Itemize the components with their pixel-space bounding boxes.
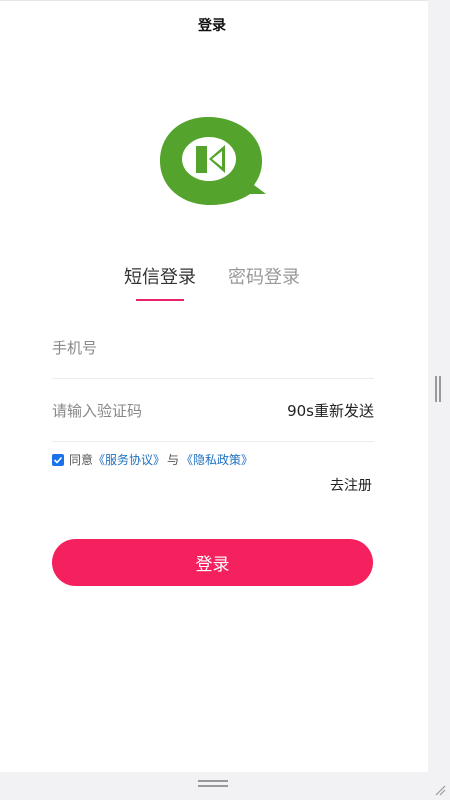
agreement-conjunction: 与	[167, 453, 180, 467]
verification-code-input[interactable]	[52, 401, 288, 420]
resend-code-button[interactable]: 90s重新发送	[287, 400, 374, 421]
tab-sms-login[interactable]: 短信登录	[124, 263, 196, 301]
tab-password-login[interactable]: 密码登录	[228, 263, 300, 301]
tab-sms-login-label: 短信登录	[124, 267, 196, 288]
active-tab-indicator	[136, 299, 184, 301]
vertical-resize-handle[interactable]	[435, 376, 443, 402]
service-agreement-link[interactable]: 《服务协议》	[93, 451, 165, 468]
agreement-prefix: 同意	[69, 453, 94, 467]
login-tabs: 短信登录 密码登录	[0, 263, 424, 301]
horizontal-resize-handle[interactable]	[198, 780, 228, 788]
login-button[interactable]: 登录	[52, 539, 373, 586]
app-logo-icon	[160, 117, 266, 205]
app-viewport: 登录 短信登录 密码登录 90s重新发送 同意 《服务协议》 与 《隐私政策》	[0, 0, 428, 772]
privacy-policy-link[interactable]: 《隐私政策》	[181, 451, 253, 468]
tab-password-login-label: 密码登录	[228, 267, 300, 288]
checkmark-icon	[53, 456, 63, 464]
code-field: 90s重新发送	[52, 380, 374, 442]
phone-field	[52, 317, 374, 379]
register-link[interactable]: 去注册	[330, 475, 372, 495]
page-title: 登录	[198, 18, 226, 34]
resize-grip-icon[interactable]	[434, 784, 446, 796]
phone-input[interactable]	[52, 338, 374, 357]
agreement-row: 同意 《服务协议》 与 《隐私政策》	[52, 451, 253, 468]
agreement-checkbox[interactable]	[52, 453, 64, 466]
